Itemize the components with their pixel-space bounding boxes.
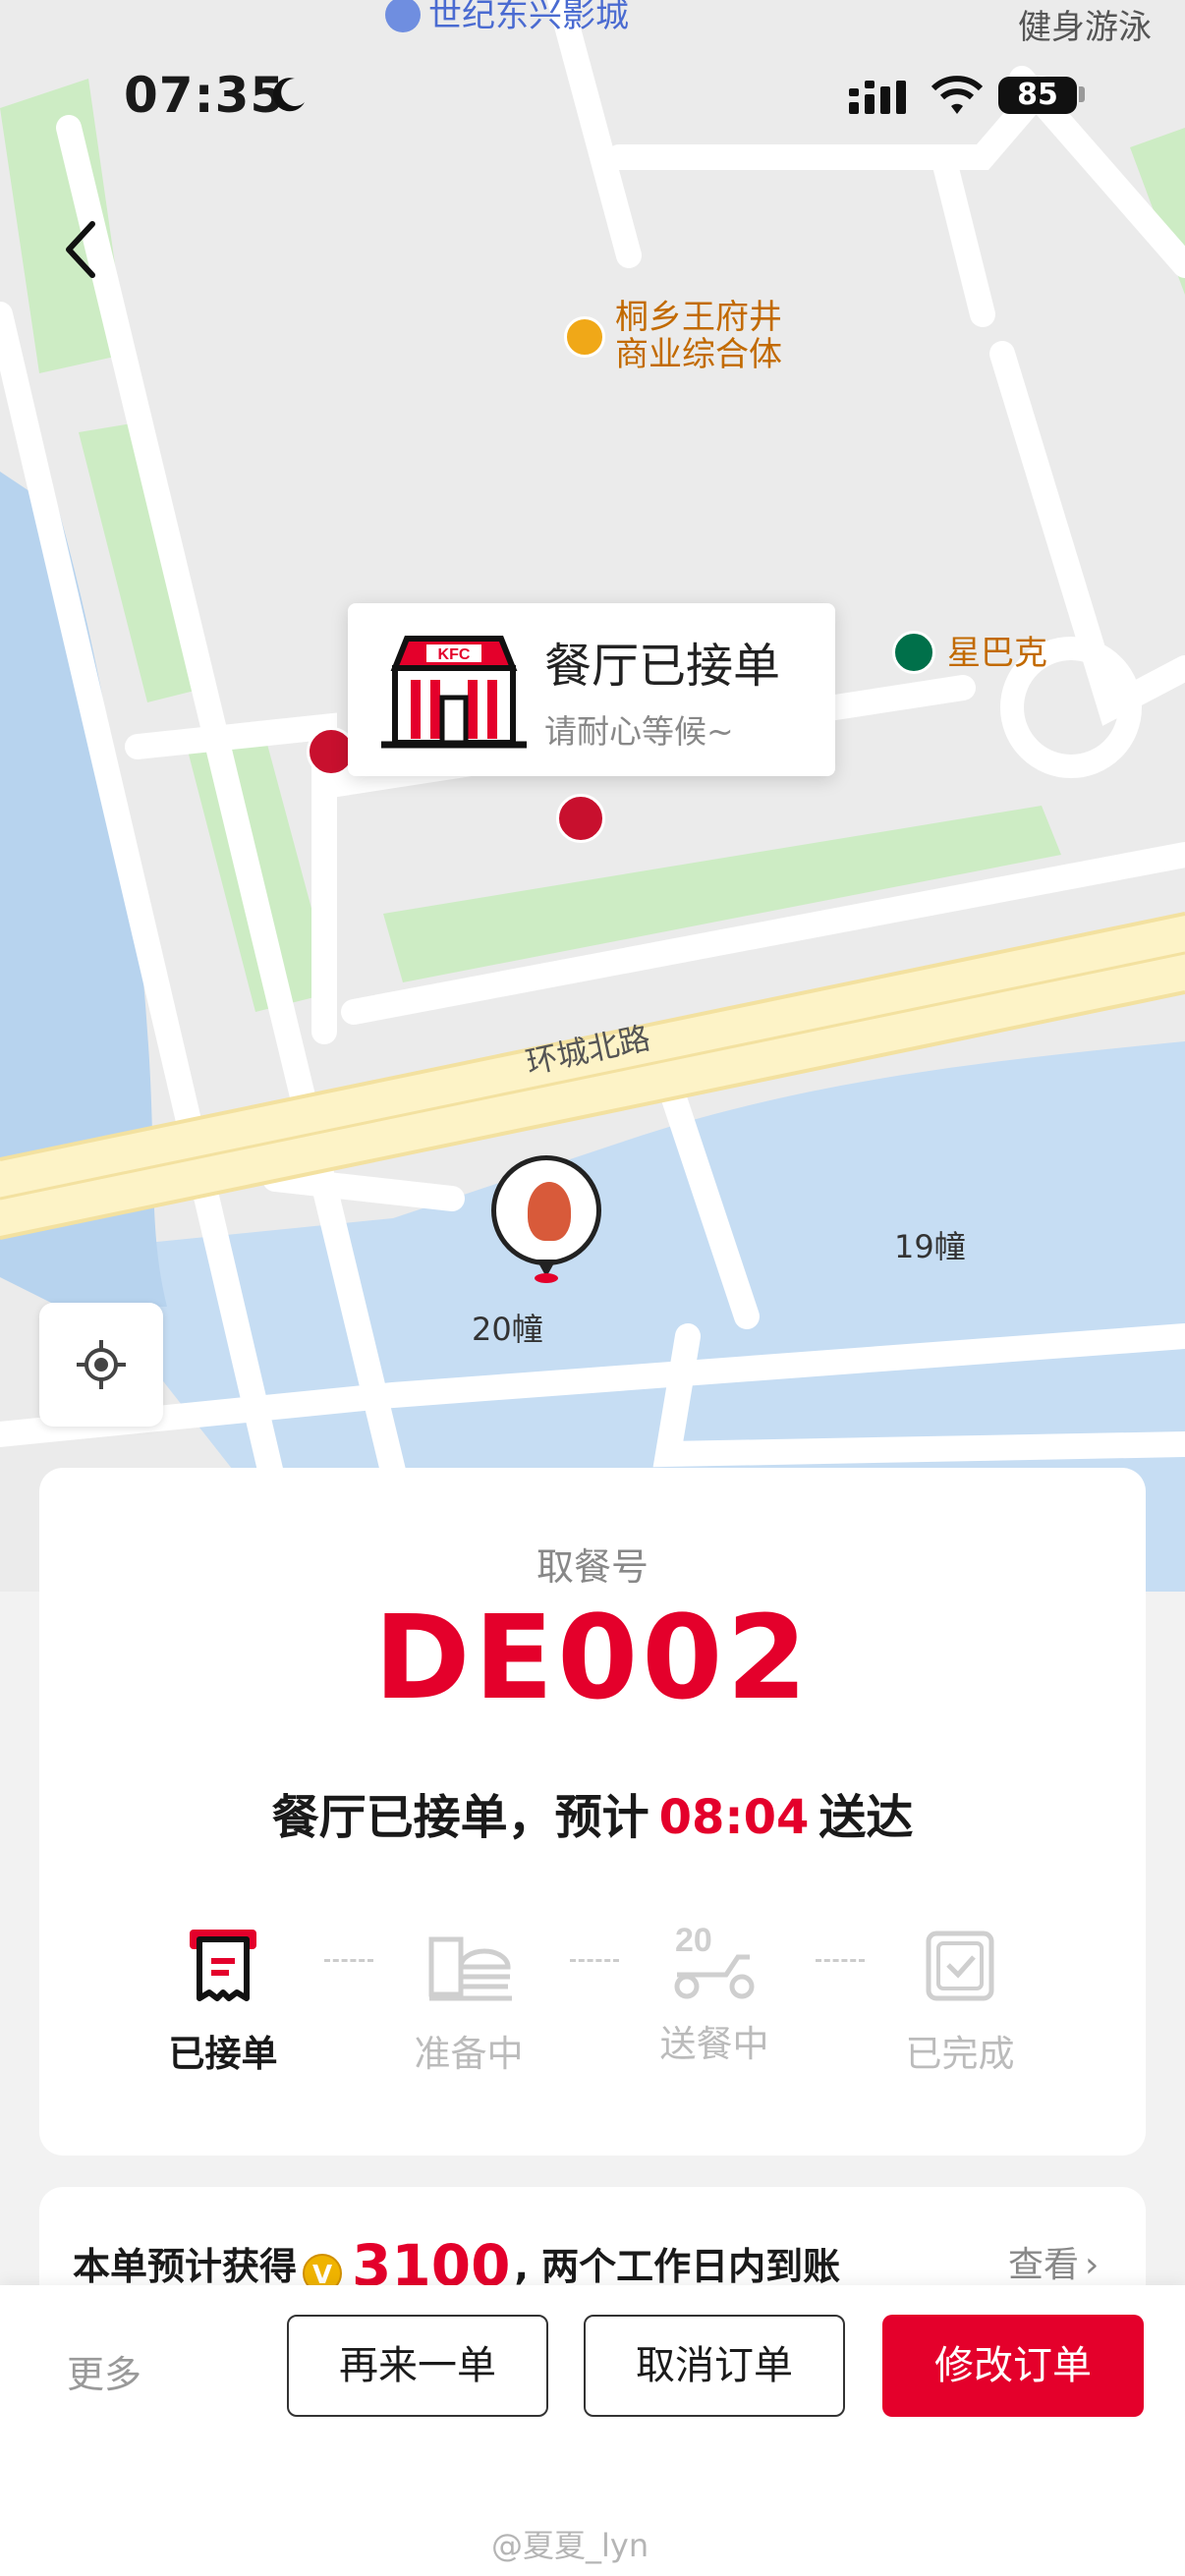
kfc-store-icon: KFC: [381, 636, 527, 749]
reorder-button[interactable]: 再来一单: [287, 2315, 548, 2417]
svg-text:20: 20: [675, 1922, 712, 1959]
kfc-marker-selected[interactable]: [556, 794, 605, 843]
view-points-link[interactable]: 查看 ›: [1008, 2236, 1099, 2287]
battery-indicator: 85: [998, 77, 1077, 114]
starbucks-logo-icon: [892, 631, 935, 674]
modify-order-button[interactable]: 修改订单: [882, 2315, 1144, 2417]
step-label: 已接单: [168, 2033, 278, 2075]
pickup-code: DE002: [373, 1590, 812, 1725]
crosshair-icon: [77, 1340, 126, 1389]
burger-icon: [428, 1936, 512, 2001]
popup-subtitle: 请耐心等候~: [544, 712, 734, 751]
locate-button[interactable]: [39, 1303, 163, 1427]
step-divider: [816, 1959, 865, 1962]
building-19-label: 19幢: [894, 1228, 966, 1265]
cancel-order-button[interactable]: 取消订单: [584, 2315, 845, 2417]
map-view[interactable]: [0, 0, 1185, 1592]
watermark: @夏夏_lyn: [491, 2527, 649, 2564]
shopping-bag-icon: [564, 316, 605, 358]
wifi-icon: [931, 76, 984, 114]
back-icon[interactable]: [61, 218, 100, 281]
status-time: 07:35: [124, 67, 286, 124]
check-box-icon: [926, 1931, 994, 2001]
popup-title: 餐厅已接单: [544, 639, 781, 694]
avatar: [491, 1155, 601, 1265]
step-label: 送餐中: [659, 2023, 769, 2065]
chevron-right-icon: ›: [1085, 2245, 1100, 2285]
step-completed: 已完成: [867, 1926, 1053, 2077]
scooter-icon: 20: [674, 1922, 755, 1999]
step-divider: [570, 1959, 619, 1962]
battery-tip: [1079, 86, 1085, 102]
step-divider: [324, 1959, 373, 1962]
step-label: 已完成: [905, 2033, 1015, 2075]
moon-icon: [272, 78, 305, 112]
signal-icon: [849, 81, 906, 114]
poi-fitness[interactable]: 健身游泳: [1018, 0, 1152, 48]
eta-time: 08:04: [658, 1790, 810, 1845]
step-label: 准备中: [414, 2033, 524, 2075]
step-delivering: 20 送餐中: [621, 1916, 808, 2067]
poi-cinema[interactable]: 世纪东兴影城: [385, 0, 629, 36]
user-location-pin[interactable]: [491, 1155, 601, 1283]
more-button[interactable]: 更多: [67, 2344, 141, 2398]
step-preparing: 准备中: [375, 1926, 562, 2077]
cinema-icon: [385, 0, 421, 32]
step-accepted: 已接单: [130, 1926, 316, 2077]
receipt-icon: [190, 1930, 256, 2001]
pickup-label: 取餐号: [536, 1545, 649, 1589]
building-20-label: 20幢: [472, 1311, 543, 1348]
order-status-popup: KFC 餐厅已接单 请耐心等候~: [348, 603, 835, 776]
svg-text:KFC: KFC: [438, 646, 471, 663]
eta-text: 餐厅已接单，预计 08:04 送达: [271, 1790, 914, 1845]
